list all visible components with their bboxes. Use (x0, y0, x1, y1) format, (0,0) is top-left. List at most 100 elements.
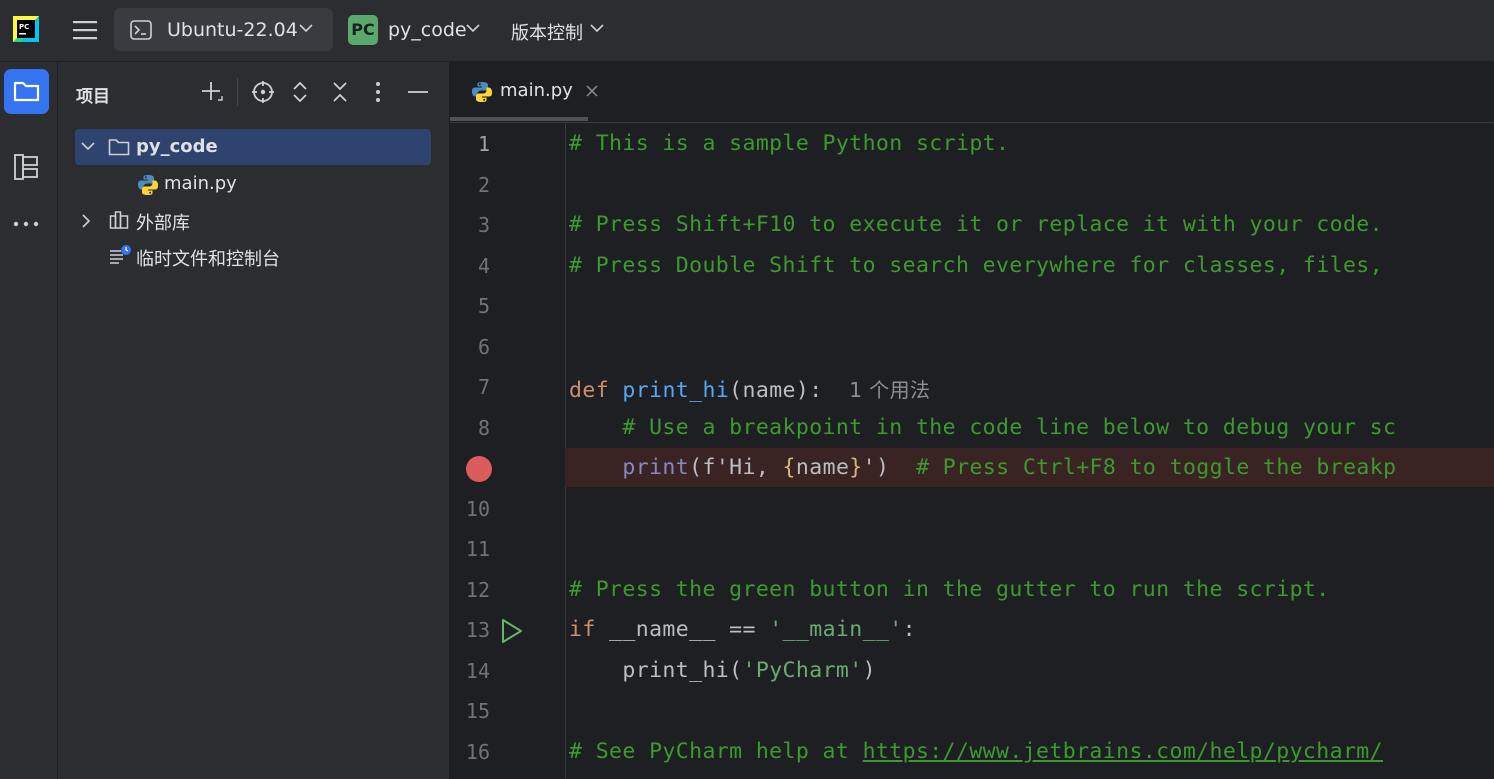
tree-label-external-libs: 外部库 (136, 213, 190, 234)
project-badge[interactable]: PC (348, 15, 378, 45)
string: '__main__' (769, 617, 903, 642)
code-token: print_hi( (622, 658, 743, 683)
expand-all-icon[interactable] (290, 80, 310, 104)
line-number: 6 (477, 335, 490, 359)
chevron-down-icon (299, 24, 313, 33)
run-icon[interactable] (500, 618, 524, 644)
editor-tab-bar (450, 62, 1494, 123)
code-token: (name): (729, 378, 823, 403)
line-number: 16 (465, 740, 490, 764)
line-number: 8 (477, 416, 490, 440)
line-number: 14 (465, 659, 490, 683)
code-token: (f'Hi, (689, 455, 783, 480)
code-line: 7 def print_hi(name): 1 个用法 (450, 367, 1494, 407)
tree-item-external-libs[interactable]: 外部库 (58, 202, 449, 238)
folder-icon (108, 139, 130, 156)
line-number: 12 (465, 578, 490, 602)
code-line: 12 # Press the green button in the gutte… (450, 570, 1494, 610)
tree-label-scratches: 临时文件和控制台 (136, 249, 280, 270)
code-line: 10 (450, 489, 1494, 529)
tab-main-py[interactable]: main.py (500, 80, 573, 101)
tree-label-root: py_code (136, 136, 218, 157)
code-line: 5 (450, 286, 1494, 326)
tool-window-strip (0, 62, 58, 779)
code-line: 1 # This is a sample Python script. (450, 124, 1494, 164)
options-icon[interactable] (372, 80, 384, 104)
code-text: # Use a breakpoint in the code line belo… (569, 415, 1396, 440)
toolbar-divider (237, 78, 238, 106)
python-file-icon (472, 82, 492, 102)
pycharm-logo-icon[interactable]: PC (13, 16, 39, 42)
line-number: 10 (465, 497, 490, 521)
code-token: ) (862, 658, 876, 683)
string: 'PyCharm' (742, 658, 863, 683)
structure-icon[interactable] (13, 153, 39, 181)
panel-title: 项目 (76, 87, 110, 107)
chevron-right-icon (82, 214, 91, 228)
locate-file-icon[interactable] (251, 80, 275, 104)
code-token: name (795, 455, 850, 480)
project-selector[interactable]: py_code (388, 19, 467, 41)
code-editor[interactable]: 1 # This is a sample Python script. 2 3 … (450, 124, 1494, 779)
line-number: 13 (465, 618, 490, 642)
code-line: 4 # Press Double Shift to search everywh… (450, 246, 1494, 286)
more-tools-icon[interactable] (12, 220, 40, 228)
breakpoint-icon[interactable] (466, 456, 492, 482)
add-icon[interactable] (200, 80, 224, 104)
title-bar: PC Ubuntu-22.04 PC py_code 版本控制 (0, 0, 1494, 62)
code-text: # See PyCharm help at https://www.jetbra… (569, 739, 1383, 764)
vcs-menu[interactable]: 版本控制 (511, 19, 583, 45)
collapse-all-icon[interactable] (330, 80, 350, 104)
close-icon[interactable] (585, 84, 599, 98)
code-line: 8 # Use a breakpoint in the code line be… (450, 408, 1494, 448)
code-line: 15 (450, 691, 1494, 731)
tree-item-main-py[interactable]: main.py (58, 166, 449, 202)
code-line: 6 (450, 327, 1494, 367)
code-text: def print_hi(name): 1 个用法 (569, 374, 930, 403)
code-token: ') (862, 455, 890, 480)
library-icon (109, 211, 129, 229)
line-number: 7 (477, 375, 490, 399)
comment: # See PyCharm help at (569, 739, 863, 764)
scratches-icon (110, 245, 131, 264)
hide-panel-icon[interactable] (407, 80, 429, 104)
folder-icon (13, 81, 40, 102)
tree-label-main-py: main.py (164, 173, 237, 194)
line-number: 5 (477, 294, 490, 318)
keyword: if (569, 617, 596, 642)
code-text: # This is a sample Python script. (569, 131, 1010, 156)
code-token: } (849, 455, 863, 480)
comment: # Press Ctrl+F8 to toggle the breakp (916, 455, 1397, 480)
line-number: 11 (465, 537, 490, 561)
code-token: __name__ == (595, 617, 770, 642)
line-number: 1 (477, 132, 490, 156)
line-number: 3 (477, 213, 490, 237)
chevron-down-icon (590, 24, 604, 33)
code-text: # Press Shift+F10 to execute it or repla… (569, 212, 1383, 237)
main-menu-icon[interactable] (72, 18, 98, 44)
code-token: : (902, 617, 916, 642)
builtin: print (622, 455, 690, 480)
active-tab-indicator (450, 117, 588, 121)
project-panel: 项目 py_code main.py 外部库 临时文件和控制台 (58, 62, 450, 779)
code-text: print(f'Hi, {name}') # Press Ctrl+F8 to … (569, 455, 1396, 480)
wsl-label: Ubuntu-22.04 (167, 19, 298, 41)
code-line: 13 if __name__ == '__main__': (450, 610, 1494, 650)
help-link[interactable]: https://www.jetbrains.com/help/pycharm/ (863, 739, 1383, 764)
usage-hint[interactable]: 1 个用法 (849, 378, 930, 402)
comment: # Use a breakpoint in the code line belo… (622, 415, 1397, 440)
terminal-icon (130, 20, 152, 40)
code-text: # Press the green button in the gutter t… (569, 577, 1330, 602)
line-number: 2 (477, 173, 490, 197)
tree-item-scratches[interactable]: 临时文件和控制台 (58, 238, 449, 274)
chevron-down-icon (81, 142, 95, 151)
code-text: if __name__ == '__main__': (569, 617, 916, 642)
tree-item-root[interactable]: py_code (75, 129, 431, 165)
code-line: print(f'Hi, {name}') # Press Ctrl+F8 to … (450, 448, 1494, 488)
line-number: 15 (465, 699, 490, 723)
line-number: 4 (477, 254, 490, 278)
code-line: 3 # Press Shift+F10 to execute it or rep… (450, 205, 1494, 245)
wsl-target-selector[interactable]: Ubuntu-22.04 (114, 8, 333, 51)
code-token: { (782, 455, 796, 480)
project-tool-button[interactable] (4, 69, 49, 114)
